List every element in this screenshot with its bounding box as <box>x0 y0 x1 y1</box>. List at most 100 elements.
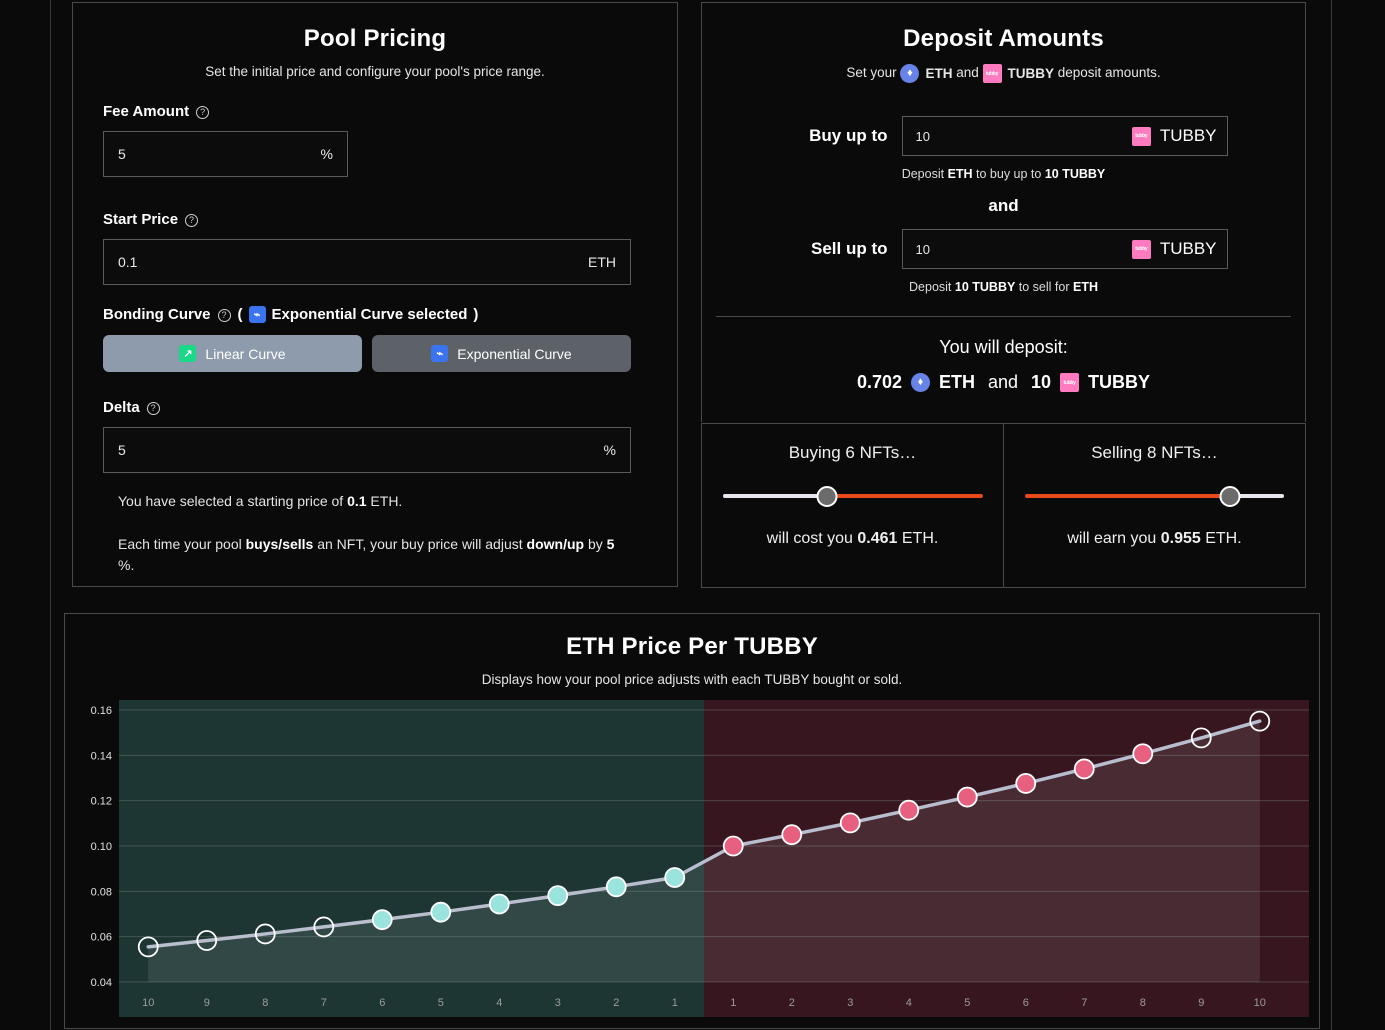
sub-pre: Set your <box>846 65 901 81</box>
chart-point-teal <box>430 901 452 923</box>
summary-2-f: 5 <box>606 535 615 552</box>
sell-up-to-label: Sell up to <box>811 239 888 258</box>
exponential-curve-icon: ⌁ <box>431 345 449 362</box>
deposit-tubby-symbol: TUBBY <box>1088 372 1151 392</box>
start-price-field: Start Price ? 0.1 ETH <box>103 211 631 285</box>
selling-slider[interactable] <box>1024 486 1285 507</box>
start-price-input[interactable]: 0.1 ETH <box>103 239 631 285</box>
summary-1-value: 0.1 <box>347 493 367 509</box>
tubby-icon: tubby <box>1131 239 1151 259</box>
selling-earn-value: 0.955 <box>1160 530 1201 547</box>
x-tick-label: 8 <box>262 997 268 1009</box>
deposit-tubby-amount: 10 <box>1031 372 1052 392</box>
sub-post: deposit amounts. <box>1057 65 1161 81</box>
delta-unit: % <box>603 442 616 458</box>
x-tick-label: 4 <box>496 997 502 1009</box>
price-chart: 0.04 0.06 0.08 0.10 0.12 0.14 0.16 10 9 8 7 6 5 4 3 2 1 1… <box>76 700 1309 1017</box>
fee-amount-input[interactable]: 5 % <box>103 131 348 177</box>
x-tick-label: 6 <box>1023 997 1029 1009</box>
y-tick-label: 0.10 <box>91 841 112 853</box>
and-separator: and <box>988 196 1019 215</box>
selling-slider-card: Selling 8 NFTs… will earn you 0.955 ETH. <box>1003 423 1306 588</box>
selling-slider-footer: will earn you 0.955 ETH. <box>1067 530 1241 548</box>
x-tick-label: 9 <box>204 997 210 1009</box>
sell-hint-a: Deposit <box>909 280 955 294</box>
sell-up-to-row: Sell up to 10 tubby TUBBY <box>702 229 1305 269</box>
bonding-curve-block: Bonding Curve ? ( ⌁ Exponential Curve se… <box>103 306 631 372</box>
y-tick-label: 0.06 <box>91 932 112 944</box>
selling-foot-post: ETH. <box>1200 530 1242 547</box>
summary-2-g: %. <box>118 557 135 574</box>
arrow-up-right-icon: ↗ <box>179 345 197 362</box>
eth-symbol: ETH <box>925 66 953 81</box>
paren-close: ) <box>473 306 479 323</box>
chart-point-teal <box>488 893 510 915</box>
buy-amount-symbol: TUBBY <box>1159 126 1217 145</box>
buy-amount-input[interactable]: 10 tubby TUBBY <box>901 116 1228 156</box>
sell-hint-b: 10 TUBBY <box>954 280 1016 294</box>
summary-2-e: by <box>584 535 607 552</box>
delta-label-row: Delta ? <box>103 399 631 416</box>
sell-hint-c: to sell for <box>1015 280 1073 294</box>
chart-point-pink <box>722 835 744 857</box>
chart-point-pink <box>1015 773 1037 794</box>
linear-curve-button[interactable]: ↗ Linear Curve <box>103 335 362 372</box>
buying-slider-card: Buying 6 NFTs… will cost you 0.461 ETH. <box>701 423 1004 588</box>
buying-cost-value: 0.461 <box>857 530 898 547</box>
help-icon[interactable]: ? <box>217 309 231 322</box>
fee-amount-field: Fee Amount ? 5 % <box>103 103 648 177</box>
summary-delta-behavior: Each time your pool buys/sells an NFT, y… <box>118 534 628 577</box>
sell-hint: Deposit 10 TUBBY to sell for ETH <box>702 280 1305 294</box>
x-tick-label: 10 <box>142 997 154 1009</box>
deposit-totals: 0.702 ETH and 10 tubby TUBBY <box>702 372 1305 393</box>
help-icon[interactable]: ? <box>185 214 199 227</box>
curve-button-group: ↗ Linear Curve ⌁ Exponential Curve <box>103 335 631 372</box>
x-tick-label: 6 <box>379 997 385 1009</box>
buying-foot-pre: will cost you <box>766 530 858 547</box>
x-tick-label: 7 <box>321 997 327 1009</box>
chart-point-pink <box>1073 758 1095 780</box>
exponential-curve-button[interactable]: ⌁ Exponential Curve <box>372 335 631 372</box>
selling-slider-title: Selling 8 NFTs… <box>1091 443 1218 462</box>
x-tick-label: 2 <box>789 997 795 1009</box>
y-tick-label: 0.16 <box>91 705 112 717</box>
summary-1-post: ETH. <box>366 493 403 509</box>
help-icon[interactable]: ? <box>146 402 160 415</box>
buy-hint-a: Deposit <box>901 167 948 181</box>
page-divider-left <box>50 0 51 1030</box>
selling-slider-thumb[interactable] <box>1219 486 1241 507</box>
eth-icon <box>910 373 930 392</box>
x-tick-label: 1 <box>730 997 736 1009</box>
x-tick-label: 10 <box>1254 997 1266 1009</box>
summary-2-d: down/up <box>526 535 585 552</box>
x-tick-label: 9 <box>1198 997 1204 1009</box>
chart-subtitle: Displays how your pool price adjusts wit… <box>481 672 903 687</box>
buy-hint-d: 10 TUBBY <box>1044 167 1106 181</box>
summary-start-price: You have selected a starting price of 0.… <box>118 491 628 513</box>
summary-2-a: Each time your pool <box>118 535 246 552</box>
x-tick-label: 5 <box>438 997 444 1009</box>
help-icon[interactable]: ? <box>196 106 210 119</box>
summary-2-b: buys/sells <box>245 535 314 552</box>
you-will-deposit-label: You will deposit: <box>939 337 1068 357</box>
linear-curve-label: Linear Curve <box>205 345 286 362</box>
deposit-amounts-subtitle: Set your ETH and tubby TUBBY deposit amou… <box>702 64 1305 83</box>
pool-pricing-title: Pool Pricing <box>303 25 447 52</box>
chart-point-teal <box>371 909 393 931</box>
x-tick-label: 2 <box>613 997 619 1009</box>
sell-amount-input[interactable]: 10 tubby TUBBY <box>901 229 1228 269</box>
buying-slider[interactable] <box>722 486 983 507</box>
x-tick-label: 3 <box>847 997 853 1009</box>
tubby-token-chip: tubby TUBBY <box>982 64 1054 83</box>
buy-hint-c: to buy up to <box>972 167 1045 181</box>
buying-slider-thumb[interactable] <box>816 486 837 507</box>
delta-input[interactable]: 5 % <box>103 427 631 473</box>
chart-point-pink <box>839 812 861 834</box>
price-chart-panel: ETH Price Per TUBBY Displays how your po… <box>64 613 1320 1029</box>
bonding-curve-selected-note: ( ⌁ Exponential Curve selected) <box>237 306 479 323</box>
eth-token-chip: ETH <box>900 64 952 83</box>
price-chart-svg: 0.04 0.06 0.08 0.10 0.12 0.14 0.16 10 9 8 7 6 5 4 3 2 1 1… <box>91 700 1309 1017</box>
y-tick-label: 0.08 <box>91 886 112 898</box>
deposit-eth-amount: 0.702 <box>856 372 902 392</box>
paren-open: ( <box>237 306 243 323</box>
